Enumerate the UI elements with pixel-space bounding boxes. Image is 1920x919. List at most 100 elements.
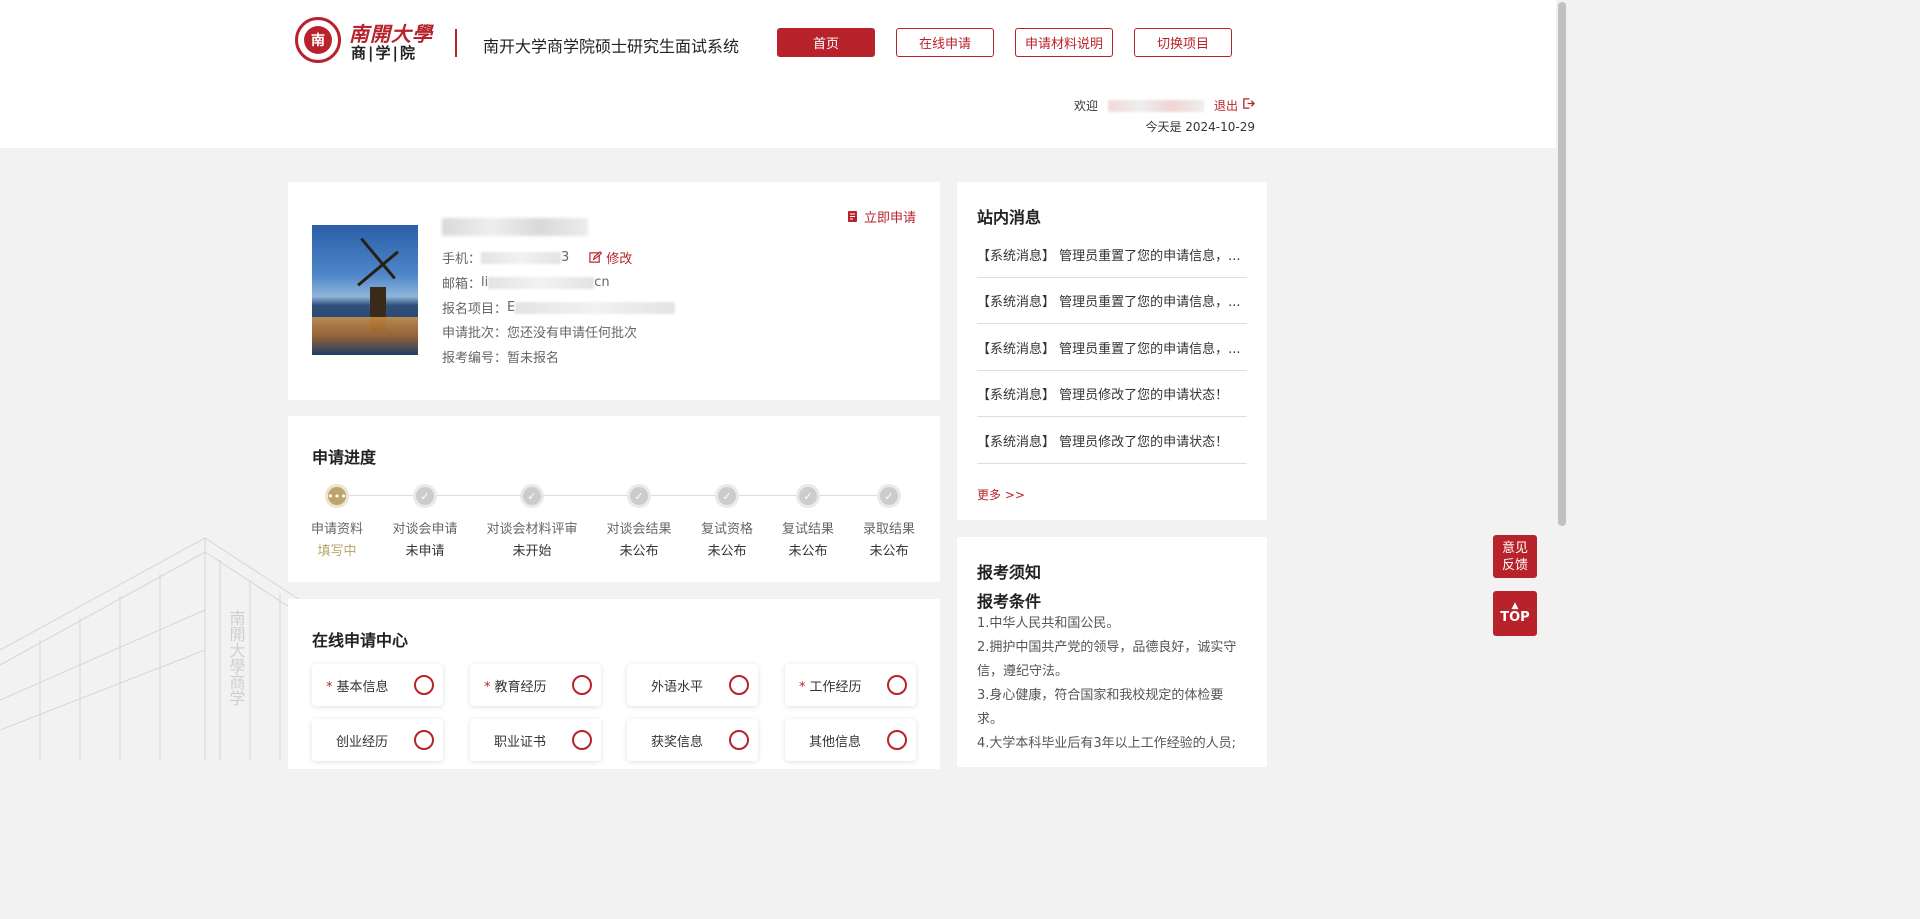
status-ring-icon [414, 675, 434, 695]
step-status: 未申请 [405, 544, 445, 559]
email-label: 邮箱： [442, 277, 482, 292]
step-label: 对谈会材料评审 [486, 522, 578, 537]
phone-redacted [481, 251, 562, 264]
item-basic-info[interactable]: * 基本信息 [312, 664, 443, 706]
up-arrow-icon: ▲ [1511, 601, 1519, 611]
avatar-photo [312, 225, 418, 355]
notice-card: 报考须知 报考条件 1.中华人民共和国公民。 2.拥护中国共产党的领导，品德良好… [957, 537, 1267, 767]
message-item[interactable]: 【系统消息】 管理员修改了您的申请状态！ [977, 371, 1247, 417]
edit-label[interactable]: 修改 [606, 248, 632, 267]
email-redacted [488, 276, 595, 289]
top-header: 南 南開大學 商|学|院 南开大学商学院硕士研究生面试系统 首页 在线申请 申请… [0, 0, 1556, 148]
welcome-bar: 欢迎 退出 [1074, 97, 1255, 114]
item-label-wrap: * 工作经历 [799, 676, 862, 695]
step-status: 未公布 [869, 544, 909, 559]
step-label: 录取结果 [862, 522, 915, 537]
nav-online-apply-button[interactable]: 在线申请 [896, 28, 994, 57]
scrollbar-thumb[interactable] [1558, 2, 1566, 526]
exam-no-row: 报考编号： 暂未报名 [442, 347, 559, 366]
phone-suffix: 3 [561, 250, 570, 265]
step-check-icon: ✓ [715, 484, 739, 508]
item-awards[interactable]: 获奖信息 [627, 719, 758, 761]
item-other-info[interactable]: 其他信息 [785, 719, 916, 761]
status-ring-icon [887, 730, 907, 750]
messages-title: 站内消息 [977, 208, 1042, 227]
step-check-icon: ✓ [520, 484, 544, 508]
required-mark: * [484, 679, 491, 695]
step-label: 对谈会申请 [392, 522, 458, 537]
exam-no-value: 暂未报名 [507, 351, 560, 366]
logo-school-name: 商|学|院 [351, 44, 417, 62]
application-center-card: 在线申请中心 * 基本信息 * 教育经历 外语水平 * 工作经历 创业经历 职业证书 … [288, 599, 940, 769]
status-ring-icon [729, 675, 749, 695]
message-item[interactable]: 【系统消息】 管理员重置了您的申请信息，... [977, 325, 1247, 371]
item-language[interactable]: 外语水平 [627, 664, 758, 706]
status-ring-icon [572, 675, 592, 695]
nav-switch-project-button[interactable]: 切换项目 [1134, 28, 1232, 57]
batch-row: 申请批次： 您还没有申请任何批次 [442, 322, 637, 341]
apply-now-label[interactable]: 立即申请 [864, 207, 916, 226]
document-icon [847, 211, 857, 222]
messages-card: 站内消息 【系统消息】 管理员重置了您的申请信息，... 【系统消息】 管理员重… [957, 182, 1267, 520]
email-row: 邮箱： li cn [442, 273, 610, 292]
item-label-wrap: * 教育经历 [484, 676, 547, 695]
item-label-wrap: * 基本信息 [326, 676, 389, 695]
progress-card: 申请进度 ••• 申请资料 填写中 ✓ 对谈会申请 未申请 ✓ 对谈会材料评审 … [288, 416, 940, 582]
today-date: 今天是 2024-10-29 [1145, 120, 1255, 134]
university-seal-logo[interactable]: 南 [295, 17, 341, 63]
notice-line: 4.大学本科毕业后有3年以上工作经验的人员; [977, 736, 1237, 751]
notice-line: 3.身心健康，符合国家和我校规定的体检要求。 [977, 688, 1224, 727]
item-work-experience[interactable]: * 工作经历 [785, 664, 916, 706]
batch-label: 申请批次： [442, 326, 508, 341]
item-education[interactable]: * 教育经历 [470, 664, 601, 706]
status-ring-icon [729, 730, 749, 750]
phone-label: 手机： [442, 252, 482, 267]
item-label: 职业证书 [494, 734, 547, 750]
message-item[interactable]: 【系统消息】 管理员重置了您的申请信息，... [977, 232, 1247, 278]
logout-icon[interactable] [1242, 97, 1255, 114]
message-item[interactable]: 【系统消息】 管理员重置了您的申请信息，... [977, 278, 1247, 324]
item-label: 获奖信息 [651, 734, 704, 750]
seal-inner: 南 [304, 26, 332, 54]
project-prefix: E [507, 300, 516, 315]
project-row: 报名项目： E [442, 298, 676, 317]
more-messages-link[interactable]: 更多 >> [977, 486, 1025, 503]
back-to-top-button[interactable]: ▲ TOP [1493, 591, 1537, 636]
page-scrollbar[interactable] [1556, 0, 1568, 751]
message-item[interactable]: 【系统消息】 管理员修改了您的申请状态！ [977, 418, 1247, 464]
notice-line: 1.中华人民共和国公民。 [977, 616, 1120, 631]
required-mark: * [799, 679, 806, 695]
feedback-label[interactable]: 意见反馈 [1501, 540, 1529, 574]
step-check-icon: ✓ [413, 484, 437, 508]
progress-title: 申请进度 [312, 448, 377, 467]
step-check-icon: ✓ [627, 484, 651, 508]
item-label: 其他信息 [809, 734, 862, 750]
status-ring-icon [887, 675, 907, 695]
top-label[interactable]: TOP [1500, 610, 1529, 625]
step-3: ✓ 对谈会材料评审 未开始 [477, 484, 587, 559]
nav-materials-guide-button[interactable]: 申请材料说明 [1015, 28, 1113, 57]
feedback-button[interactable]: 意见反馈 [1493, 535, 1537, 578]
notice-body: 1.中华人民共和国公民。 2.拥护中国共产党的领导，品德良好，诚实守信，遵纪守法… [977, 612, 1249, 756]
status-ring-icon [414, 730, 434, 750]
batch-value: 您还没有申请任何批次 [507, 326, 638, 341]
system-title: 南开大学商学院硕士研究生面试系统 [483, 37, 740, 56]
step-check-icon: ✓ [877, 484, 901, 508]
item-entrepreneurship[interactable]: 创业经历 [312, 719, 443, 761]
apply-now-link[interactable]: 立即申请 [847, 207, 916, 226]
notice-line: 2.拥护中国共产党的领导，品德良好，诚实守信，遵纪守法。 [977, 640, 1237, 679]
welcome-label: 欢迎 [1073, 99, 1098, 113]
phone-row: 手机： 3 修改 [442, 248, 632, 267]
username-redacted [1107, 99, 1204, 112]
item-certificates[interactable]: 职业证书 [470, 719, 601, 761]
step-7: ✓ 录取结果 未公布 [834, 484, 944, 559]
nav-home-button[interactable]: 首页 [777, 28, 875, 57]
applicant-name-redacted [442, 218, 588, 236]
edit-phone-link[interactable]: 修改 [589, 248, 632, 267]
notice-subtitle: 报考条件 [977, 592, 1042, 611]
item-label: 教育经历 [494, 679, 547, 695]
step-check-icon: ✓ [796, 484, 820, 508]
logout-link[interactable]: 退出 [1214, 97, 1238, 114]
edit-icon [589, 251, 603, 263]
project-label: 报名项目： [442, 302, 508, 317]
